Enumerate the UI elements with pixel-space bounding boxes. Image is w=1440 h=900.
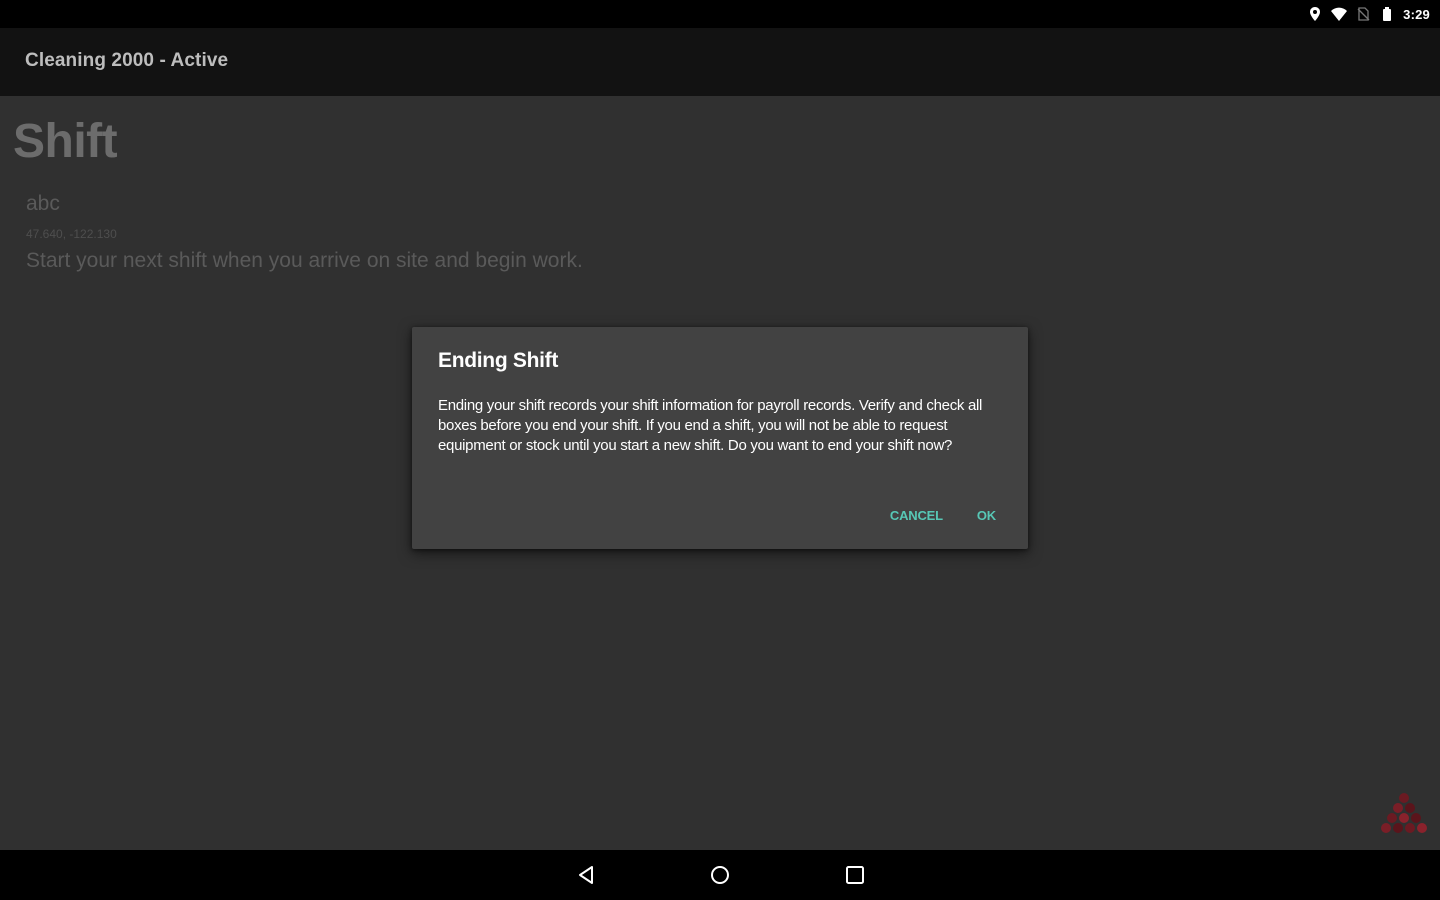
dialog-actions: CANCEL OK <box>890 508 996 523</box>
cancel-button[interactable]: CANCEL <box>890 508 943 523</box>
shift-hint-text: Start your next shift when you arrive on… <box>26 249 583 272</box>
dialog-title: Ending Shift <box>438 349 559 372</box>
site-coordinates: 47.640, -122.130 <box>26 227 117 241</box>
status-bar: 3:29 <box>0 0 1440 28</box>
no-sim-icon <box>1355 6 1371 22</box>
app-bar: Cleaning 2000 - Active <box>0 28 1440 96</box>
ending-shift-dialog: Ending Shift Ending your shift records y… <box>412 327 1028 549</box>
wifi-icon <box>1331 6 1348 22</box>
location-icon <box>1307 6 1323 22</box>
status-time: 3:29 <box>1403 6 1430 22</box>
app-logo-icon <box>1378 790 1430 836</box>
page-title: Shift <box>13 115 118 168</box>
status-icons: 3:29 <box>1307 5 1430 23</box>
screen: 3:29 Cleaning 2000 - Active Shift abc 47… <box>0 0 1440 900</box>
home-icon[interactable] <box>708 863 732 887</box>
recents-icon[interactable] <box>843 863 867 887</box>
site-name: abc <box>26 192 60 215</box>
navigation-bar <box>0 850 1440 900</box>
dialog-message: Ending your shift records your shift inf… <box>438 397 983 454</box>
back-icon[interactable] <box>575 863 599 887</box>
battery-icon <box>1379 6 1395 22</box>
ok-button[interactable]: OK <box>977 508 996 523</box>
app-title: Cleaning 2000 - Active <box>25 50 229 71</box>
